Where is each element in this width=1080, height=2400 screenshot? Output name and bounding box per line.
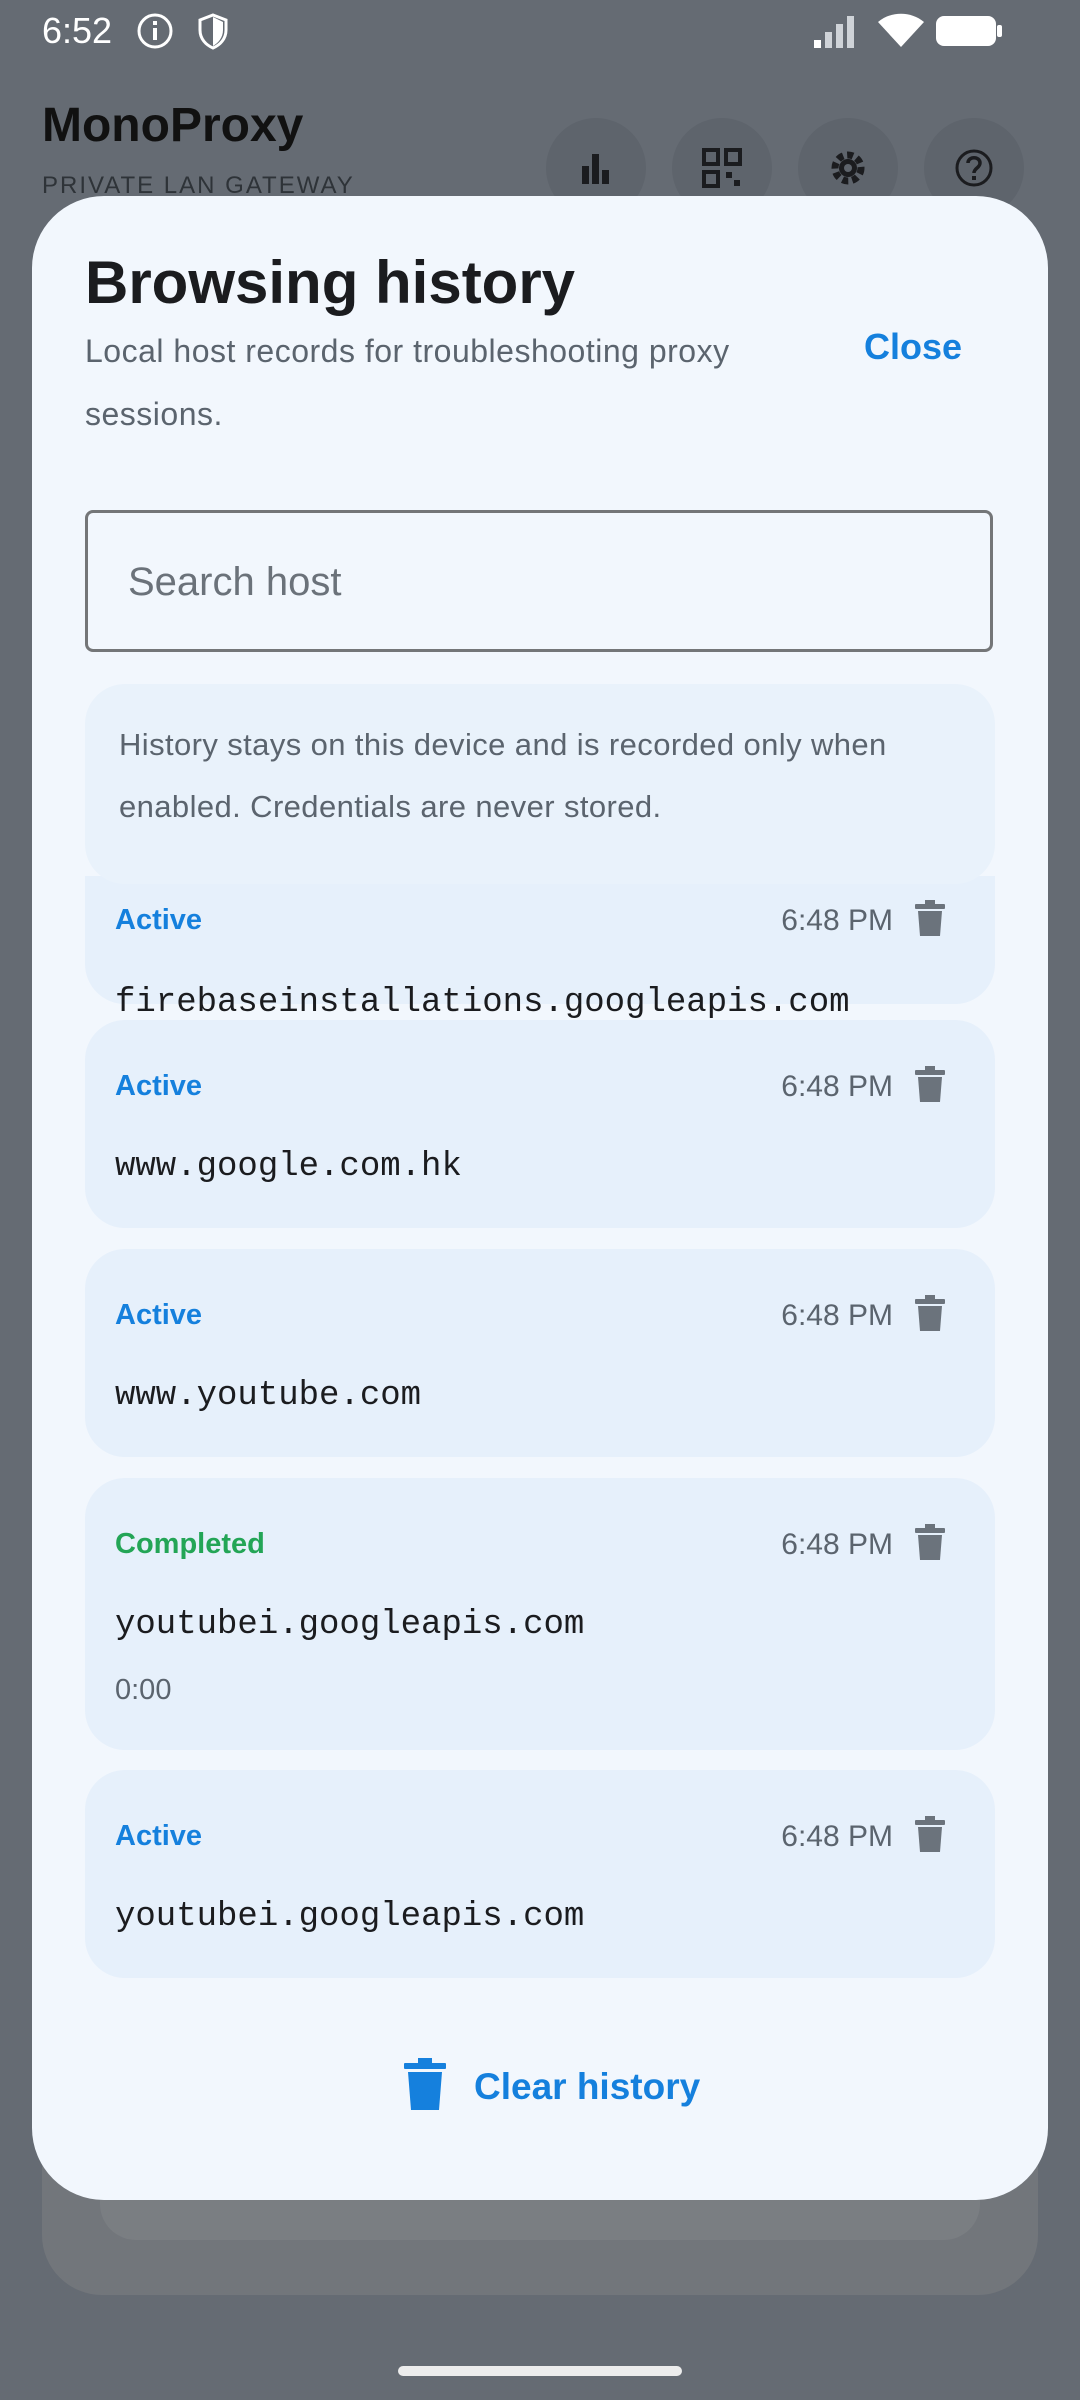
history-item[interactable]: Active 6:48 PM www.youtube.com bbox=[85, 1249, 995, 1457]
time-label: 6:48 PM bbox=[781, 1528, 893, 1561]
delete-icon[interactable] bbox=[915, 1816, 945, 1852]
history-item[interactable]: Active 6:48 PM firebaseinstallations.goo… bbox=[85, 876, 995, 1022]
privacy-notice: History stays on this device and is reco… bbox=[85, 684, 995, 884]
history-list[interactable]: Active 6:48 PM firebaseinstallations.goo… bbox=[85, 876, 995, 2018]
delete-icon[interactable] bbox=[915, 900, 945, 936]
host-label: youtubei.googleapis.com bbox=[115, 1606, 585, 1644]
status-label: Active bbox=[115, 1299, 203, 1331]
time-label: 6:48 PM bbox=[781, 1070, 893, 1103]
gear-icon bbox=[831, 151, 865, 185]
status-label: Active bbox=[115, 1070, 203, 1102]
duration-label: 0:00 bbox=[115, 1674, 172, 1706]
search-field[interactable] bbox=[85, 510, 993, 652]
status-label: Active bbox=[115, 1820, 203, 1852]
host-label: youtubei.googleapis.com bbox=[115, 1898, 585, 1936]
status-label: Active bbox=[115, 904, 203, 936]
status-time: 6:52 bbox=[42, 10, 113, 51]
help-icon bbox=[955, 149, 993, 187]
sheet-subtitle: Local host records for troubleshooting p… bbox=[85, 333, 730, 432]
info-icon bbox=[137, 13, 173, 49]
time-label: 6:48 PM bbox=[781, 1820, 893, 1853]
delete-icon[interactable] bbox=[915, 1295, 945, 1331]
app-title: MonoProxy bbox=[42, 99, 304, 152]
home-indicator[interactable] bbox=[398, 2366, 682, 2376]
wifi-icon bbox=[878, 13, 924, 47]
host-label: www.google.com.hk bbox=[115, 1148, 462, 1186]
time-label: 6:48 PM bbox=[781, 1299, 893, 1332]
time-label: 6:48 PM bbox=[781, 904, 893, 937]
delete-icon[interactable] bbox=[915, 1066, 945, 1102]
trash-icon bbox=[404, 2058, 446, 2110]
history-item[interactable]: Active 6:48 PM youtubei.googleapis.com bbox=[85, 1770, 995, 1978]
bar-chart-icon bbox=[582, 154, 609, 184]
host-label: www.youtube.com bbox=[115, 1377, 422, 1415]
browsing-history-sheet: Browsing history Local host records for … bbox=[32, 196, 1048, 2200]
host-label: firebaseinstallations.googleapis.com bbox=[115, 984, 850, 1022]
signal-icon bbox=[814, 16, 854, 48]
battery-icon bbox=[936, 16, 1002, 46]
status-label: Completed bbox=[115, 1528, 265, 1560]
history-item[interactable]: Completed 6:48 PM youtubei.googleapis.co… bbox=[85, 1478, 995, 1750]
shield-icon bbox=[198, 13, 228, 50]
search-input[interactable] bbox=[126, 513, 950, 651]
sheet-title: Browsing history bbox=[85, 249, 576, 316]
delete-icon[interactable] bbox=[915, 1524, 945, 1560]
history-item[interactable]: Active 6:48 PM www.google.com.hk bbox=[85, 1020, 995, 1228]
close-button[interactable]: Close bbox=[864, 326, 962, 368]
qr-code-icon bbox=[702, 148, 742, 188]
clear-history-label: Clear history bbox=[474, 2066, 701, 2107]
status-bar: 6:52 bbox=[0, 0, 1080, 64]
